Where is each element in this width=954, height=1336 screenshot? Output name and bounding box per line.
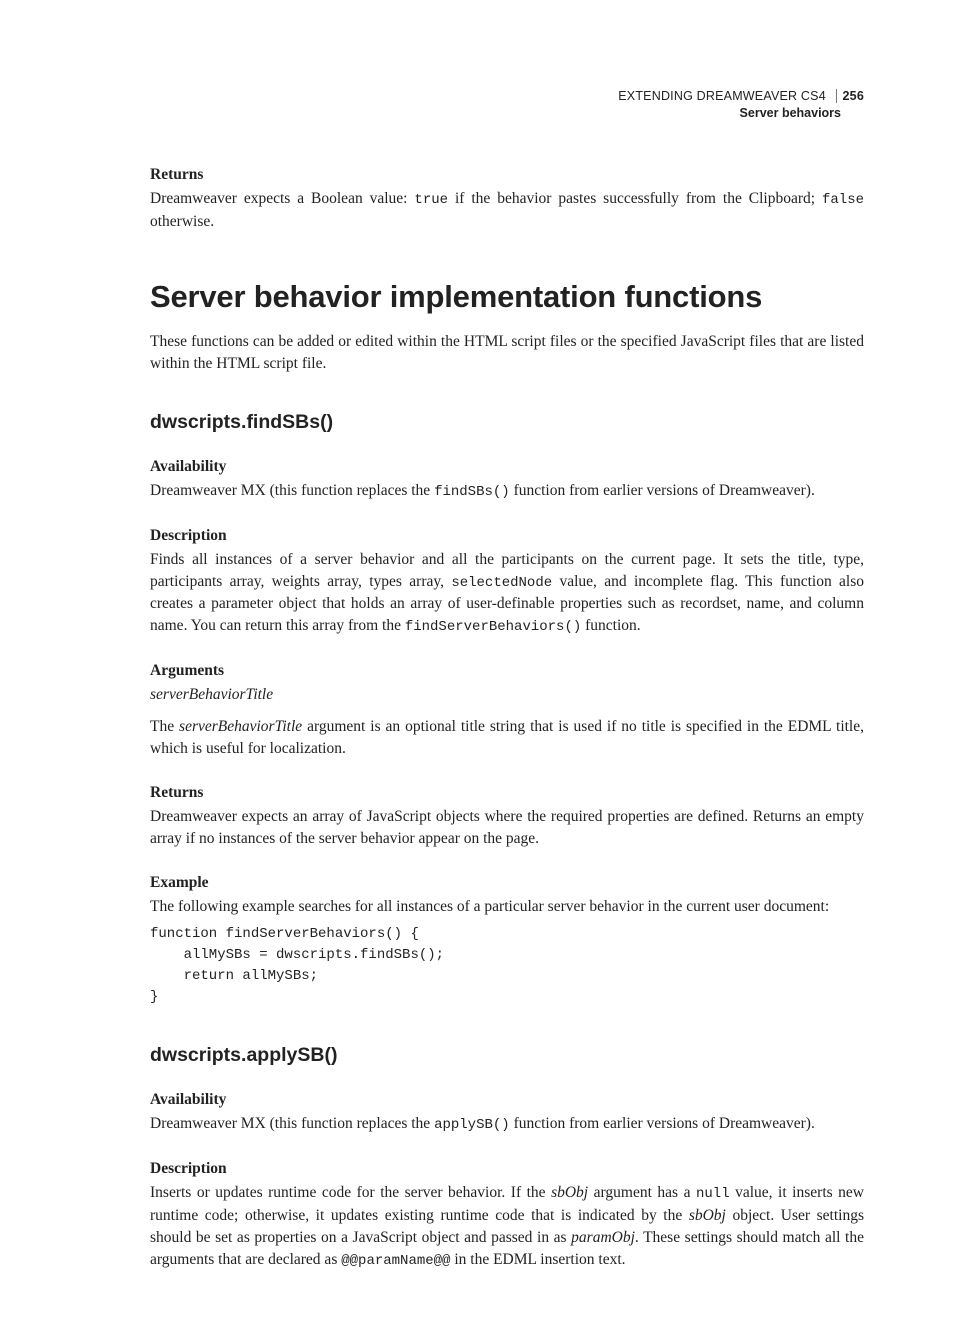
description-heading-2: Description xyxy=(150,1160,864,1178)
page-number: 256 xyxy=(836,89,864,103)
code-findsbs: findSBs() xyxy=(434,484,510,500)
func-title-applysb: dwscripts.applySB() xyxy=(150,1044,864,1067)
returns-text-1: Dreamweaver expects an array of JavaScri… xyxy=(150,806,864,850)
availability-text-2: Dreamweaver MX (this function replaces t… xyxy=(150,1113,864,1136)
running-header: EXTENDING DREAMWEAVER CS4 256 Server beh… xyxy=(150,88,864,122)
code-false: false xyxy=(822,192,864,208)
availability-heading-2: Availability xyxy=(150,1091,864,1109)
example-heading: Example xyxy=(150,874,864,892)
argument-name: serverBehaviorTitle xyxy=(150,684,864,706)
code-selectednode: selectedNode xyxy=(451,575,552,591)
em-sbobj-2: sbObj xyxy=(689,1207,726,1224)
description-heading-1: Description xyxy=(150,527,864,545)
section-title: Server behavior implementation functions xyxy=(150,279,864,315)
example-code-block: function findServerBehaviors() { allMySB… xyxy=(150,924,864,1008)
book-title: EXTENDING DREAMWEAVER CS4 xyxy=(618,89,826,103)
running-header-section: Server behaviors xyxy=(150,105,841,122)
example-text: The following example searches for all i… xyxy=(150,896,864,918)
code-paramname: @@paramName@@ xyxy=(341,1253,450,1269)
availability-text-1: Dreamweaver MX (this function replaces t… xyxy=(150,480,864,503)
returns-heading-1: Returns xyxy=(150,784,864,802)
description-text-1: Finds all instances of a server behavior… xyxy=(150,549,864,639)
running-header-top: EXTENDING DREAMWEAVER CS4 256 xyxy=(150,88,864,105)
code-true: true xyxy=(414,192,448,208)
em-paramobj: paramObj xyxy=(571,1229,635,1246)
returns-text-top: Dreamweaver expects a Boolean value: tru… xyxy=(150,188,864,233)
code-findserverbehaviors: findServerBehaviors() xyxy=(405,619,581,635)
returns-heading-top: Returns xyxy=(150,166,864,184)
code-applysb: applySB() xyxy=(434,1117,510,1133)
arguments-heading: Arguments xyxy=(150,662,864,680)
section-intro: These functions can be added or edited w… xyxy=(150,331,864,375)
description-text-2: Inserts or updates runtime code for the … xyxy=(150,1182,864,1272)
code-null: null xyxy=(696,1186,730,1202)
em-sbobj-1: sbObj xyxy=(551,1184,588,1201)
page-container: EXTENDING DREAMWEAVER CS4 256 Server beh… xyxy=(0,0,954,1336)
func-title-findsbs: dwscripts.findSBs() xyxy=(150,411,864,434)
argument-explanation: The serverBehaviorTitle argument is an o… xyxy=(150,716,864,760)
availability-heading-1: Availability xyxy=(150,458,864,476)
arg-em: serverBehaviorTitle xyxy=(179,718,302,735)
